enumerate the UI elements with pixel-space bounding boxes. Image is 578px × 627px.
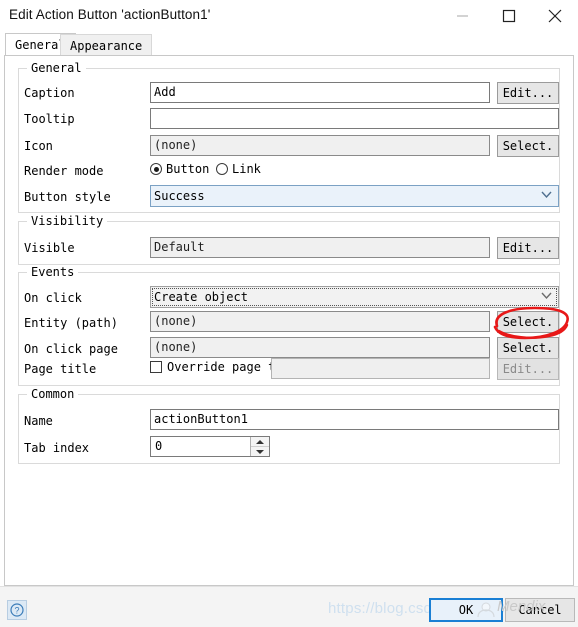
help-button[interactable]: ? [7, 600, 27, 620]
visible-value: Default [150, 237, 490, 258]
cancel-button[interactable]: Cancel [505, 598, 575, 622]
tab-index-spin-buttons[interactable] [250, 437, 269, 456]
caption-edit-button[interactable]: Edit... [497, 82, 559, 104]
caret-down-icon [256, 449, 264, 454]
label-name: Name [24, 414, 53, 428]
tab-strip: General Appearance [0, 32, 578, 58]
window-title: Edit Action Button 'actionButton1' [9, 7, 211, 22]
label-caption: Caption [24, 86, 75, 100]
radio-render-mode-button[interactable]: Button [150, 162, 209, 176]
tab-index-stepper[interactable]: 0 [150, 436, 270, 457]
label-visible: Visible [24, 241, 75, 255]
label-render-mode: Render mode [24, 164, 104, 178]
page-title-input [271, 358, 490, 379]
name-input[interactable]: actionButton1 [150, 409, 559, 430]
entity-path-value: (none) [150, 311, 490, 332]
spin-down-button[interactable] [251, 446, 269, 456]
button-style-combo[interactable]: Success [150, 185, 559, 207]
title-bar: Edit Action Button 'actionButton1' [0, 0, 578, 32]
on-click-page-select-button[interactable]: Select. [497, 337, 559, 359]
override-page-title-checkbox[interactable]: Override page t [150, 360, 275, 374]
label-button-style: Button style [24, 190, 111, 204]
override-page-title-label: Override page t [167, 360, 276, 374]
checkbox-icon [150, 361, 162, 373]
label-entity-path: Entity (path) [24, 316, 118, 330]
label-page-title: Page title [24, 362, 97, 376]
chevron-down-icon [541, 292, 552, 300]
group-common-title: Common [27, 387, 79, 401]
group-events-title: Events [27, 265, 79, 279]
page-title-edit-button: Edit... [497, 358, 559, 380]
ok-button[interactable]: OK [429, 598, 503, 622]
minimize-icon [457, 15, 468, 17]
maximize-button[interactable] [486, 0, 532, 32]
icon-select-button[interactable]: Select. [497, 135, 559, 157]
minimize-button[interactable] [440, 0, 486, 32]
close-icon [548, 9, 562, 23]
radio-render-mode-button-label: Button [166, 162, 210, 176]
edit-action-button-dialog: Edit Action Button 'actionButton1' Gener… [0, 0, 578, 627]
on-click-page-value: (none) [150, 337, 490, 358]
label-icon: Icon [24, 139, 53, 153]
radio-render-mode-link-label: Link [232, 162, 261, 176]
label-on-click: On click [24, 291, 82, 305]
label-on-click-page: On click page [24, 342, 118, 356]
radio-link-icon [216, 163, 228, 175]
label-tab-index: Tab index [24, 441, 90, 455]
on-click-combo[interactable]: Create object [150, 286, 559, 308]
group-visibility-title: Visibility [27, 214, 108, 228]
chevron-down-icon [541, 191, 552, 199]
caret-up-icon [256, 439, 264, 444]
visible-edit-button[interactable]: Edit... [497, 237, 559, 259]
spin-up-button[interactable] [251, 437, 269, 446]
on-click-value: Create object [154, 290, 248, 304]
caption-input[interactable]: Add [150, 82, 490, 103]
radio-button-icon [150, 163, 162, 175]
help-icon: ? [10, 603, 24, 617]
tooltip-input[interactable] [150, 108, 559, 129]
maximize-icon [502, 9, 516, 23]
label-tooltip: Tooltip [24, 112, 75, 126]
group-general-title: General [27, 61, 86, 75]
svg-text:?: ? [14, 606, 19, 616]
close-button[interactable] [532, 0, 578, 32]
icon-value: (none) [150, 135, 490, 156]
radio-render-mode-link[interactable]: Link [216, 162, 261, 176]
tab-index-value: 0 [155, 439, 163, 453]
entity-path-select-button[interactable]: Select. [497, 311, 559, 333]
button-style-value: Success [154, 189, 205, 203]
